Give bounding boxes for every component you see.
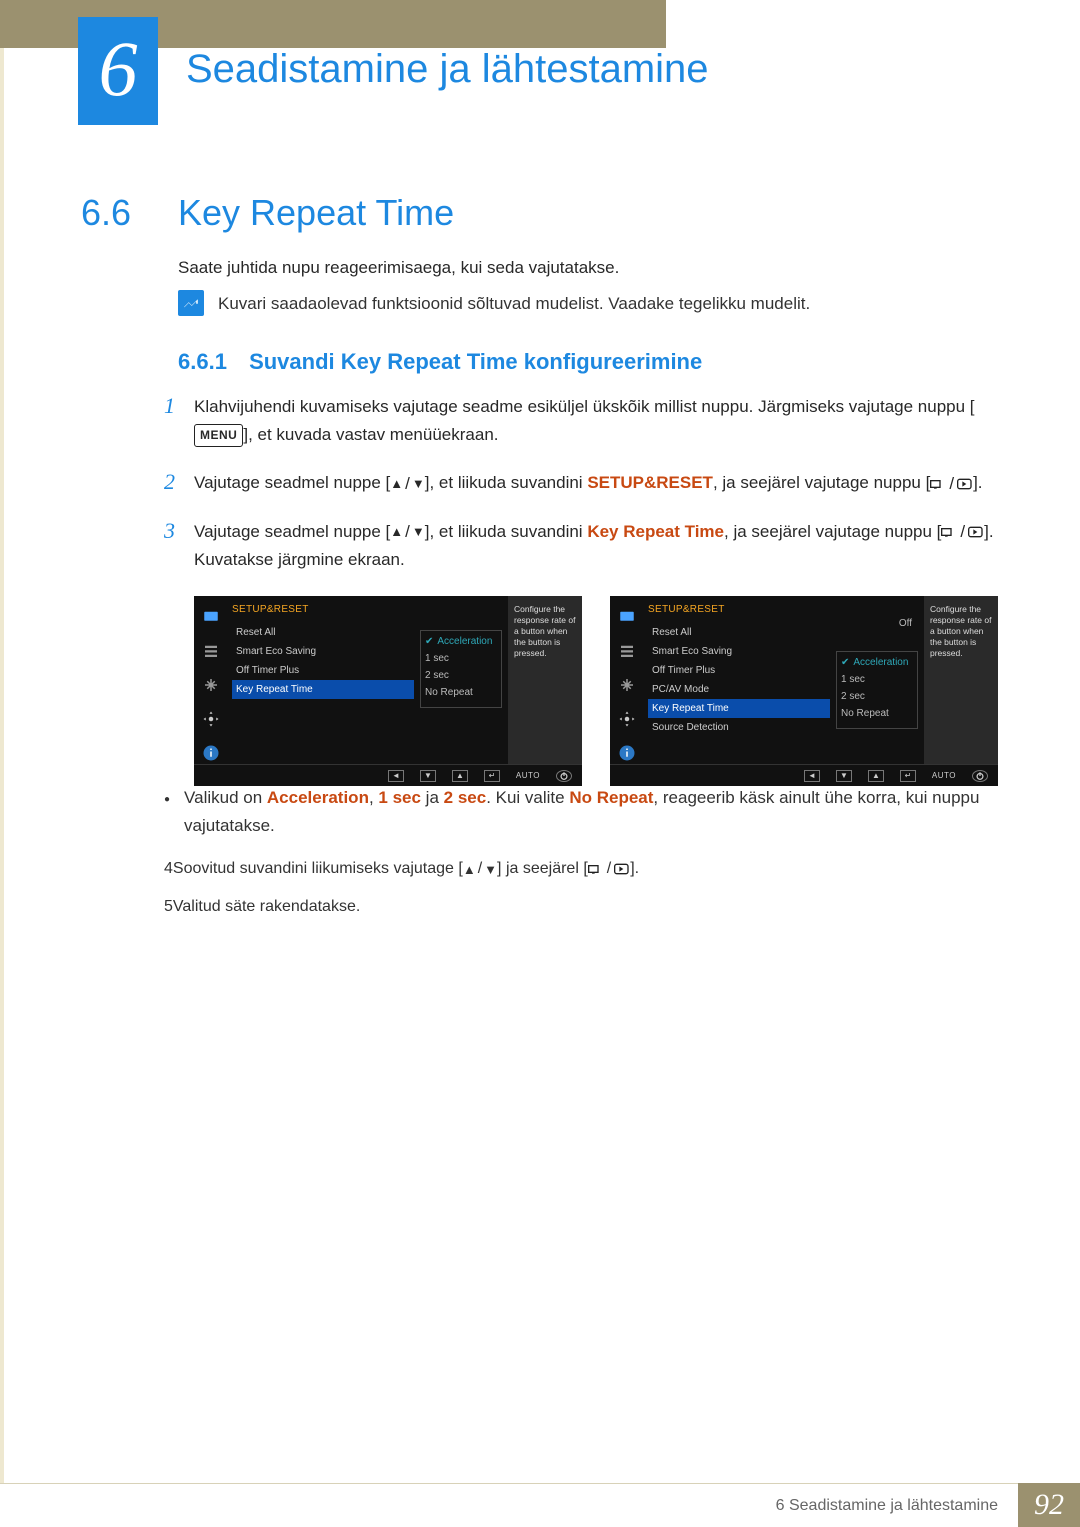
subsection-title: Suvandi Key Repeat Time konfigureerimine — [249, 349, 702, 374]
osd-item: Smart Eco Saving — [232, 642, 420, 661]
tab-info-icon — [616, 742, 638, 764]
osd-heading: SETUP&RESET — [232, 604, 420, 615]
chapter-badge: 6 — [78, 17, 158, 125]
step-1: 1 Klahvijuhendi kuvamiseks vajutage sead… — [164, 393, 1012, 449]
subsection-heading: 6.6.1 Suvandi Key Repeat Time konfiguree… — [178, 349, 702, 375]
osd-item: Reset All — [232, 623, 420, 642]
osd-option: 1 sec — [837, 671, 917, 688]
step-number: 2 — [164, 469, 194, 495]
osd-option-selected: ✔Acceleration — [421, 633, 501, 650]
source-enter-icon: / — [588, 860, 630, 878]
step-3: 3 Vajutage seadmel nuppe [▲/▼], et liiku… — [164, 518, 1012, 575]
up-down-icon: ▲/▼ — [390, 470, 424, 498]
osd-menu-list: Reset All Smart Eco Saving Off Timer Plu… — [232, 623, 420, 699]
osd-option: No Repeat — [421, 684, 501, 701]
section-title: Key Repeat Time — [178, 192, 454, 234]
page-footer: 6 Seadistamine ja lähtestamine 92 — [0, 1483, 1080, 1527]
tab-info-icon — [200, 742, 222, 764]
section-number: 6.6 — [81, 192, 131, 234]
osd-left: SETUP&RESET Reset All Smart Eco Saving O… — [194, 596, 582, 786]
note-text: Kuvari saadaolevad funktsioonid sõltuvad… — [218, 290, 810, 314]
osd-item: PC/AV Mode — [648, 680, 836, 699]
up-down-icon: ▲/▼ — [463, 860, 497, 878]
chapter-title: Seadistamine ja lähtestamine — [186, 47, 709, 92]
step-number: 3 — [164, 518, 194, 544]
step-number: 5 — [164, 898, 173, 916]
osd-heading: SETUP&RESET — [648, 604, 836, 615]
osd-item: Off Timer Plus — [232, 661, 420, 680]
menu-badge: MENU — [194, 424, 243, 448]
osd-help-text: Configure the response rate of a button … — [508, 596, 582, 764]
osd-options-box: ✔Acceleration 1 sec 2 sec No Repeat — [836, 651, 918, 729]
osd-screenshots: SETUP&RESET Reset All Smart Eco Saving O… — [194, 596, 998, 786]
page-number: 92 — [1018, 1483, 1080, 1527]
osd-option-selected: ✔Acceleration — [837, 654, 917, 671]
step-2: 2 Vajutage seadmel nuppe [▲/▼], et liiku… — [164, 469, 1012, 498]
osd-option: 2 sec — [421, 667, 501, 684]
osd-item-selected: Key Repeat Time — [648, 699, 830, 718]
osd-value-off: Off — [836, 618, 918, 629]
osd-menu-list: Reset All Smart Eco Saving Off Timer Plu… — [648, 623, 836, 737]
note-icon — [178, 290, 204, 316]
section-intro: Saate juhtida nupu reageerimisaega, kui … — [178, 258, 619, 278]
osd-option: 1 sec — [421, 650, 501, 667]
osd-right: SETUP&RESET Reset All Smart Eco Saving O… — [610, 596, 998, 786]
osd-item: Smart Eco Saving — [648, 642, 836, 661]
step-5: 5 Valitud säte rakendatakse. — [164, 898, 1012, 916]
footer-label: 6 Seadistamine ja lähtestamine — [0, 1483, 1018, 1527]
bullet-icon: ● — [164, 784, 170, 840]
osd-item: Source Detection — [648, 718, 836, 737]
source-enter-icon: / — [930, 470, 973, 498]
osd-option: 2 sec — [837, 688, 917, 705]
osd-options-box: ✔Acceleration 1 sec 2 sec No Repeat — [420, 630, 502, 708]
tab-picture-icon — [200, 606, 222, 628]
osd-help-text: Configure the response rate of a button … — [924, 596, 998, 764]
step-number: 4 — [164, 860, 173, 878]
osd-item-selected: Key Repeat Time — [232, 680, 414, 699]
osd-item: Reset All — [648, 623, 836, 642]
up-down-icon: ▲/▼ — [390, 518, 424, 546]
note-row: Kuvari saadaolevad funktsioonid sõltuvad… — [178, 290, 1020, 316]
tab-picture-icon — [616, 606, 638, 628]
bullet-note: ● Valikud on Acceleration, 1 sec ja 2 se… — [164, 778, 1012, 840]
tab-size-icon — [200, 674, 222, 696]
tab-settings-icon — [616, 708, 638, 730]
osd-option: No Repeat — [837, 705, 917, 722]
tab-size-icon — [616, 674, 638, 696]
tab-list-icon — [616, 640, 638, 662]
step-number: 1 — [164, 393, 194, 419]
subsection-number: 6.6.1 — [178, 349, 227, 374]
tab-settings-icon — [200, 708, 222, 730]
osd-item: Off Timer Plus — [648, 661, 836, 680]
step-4: 4 Soovitud suvandini liikumiseks vajutag… — [164, 860, 1012, 878]
tab-list-icon — [200, 640, 222, 662]
source-enter-icon: / — [941, 518, 984, 546]
